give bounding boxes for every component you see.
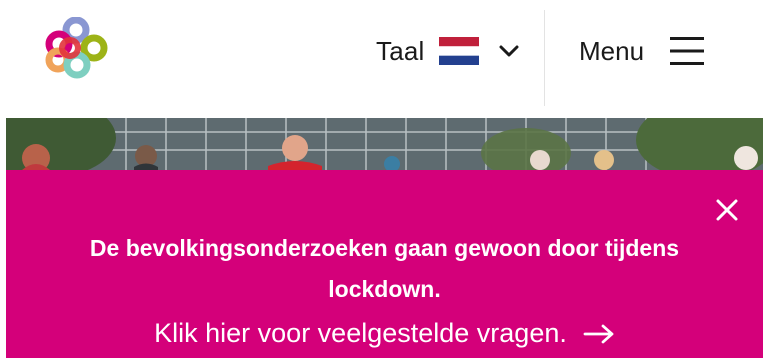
banner-message: De bevolkingsonderzoeken gaan gewoon doo… <box>89 235 680 302</box>
arrow-right-icon <box>583 324 614 343</box>
language-label: Taal <box>376 35 425 66</box>
faq-link[interactable]: Klik hier voor veelgestelde vragen. <box>6 318 763 349</box>
site-header: Taal Menu <box>0 0 763 110</box>
language-selector[interactable]: Taal <box>376 26 519 76</box>
netherlands-flag-icon <box>438 37 479 65</box>
close-icon[interactable] <box>715 198 739 222</box>
menu-button[interactable]: Menu <box>579 26 705 76</box>
lockdown-notice-banner: De bevolkingsonderzoeken gaan gewoon doo… <box>6 170 763 358</box>
logo-icon[interactable] <box>44 17 116 85</box>
header-divider <box>544 10 545 106</box>
hamburger-icon <box>670 37 705 65</box>
chevron-down-icon <box>499 45 518 57</box>
menu-label: Menu <box>579 35 645 66</box>
faq-link-text: Klik hier voor veelgestelde vragen. <box>154 318 567 348</box>
